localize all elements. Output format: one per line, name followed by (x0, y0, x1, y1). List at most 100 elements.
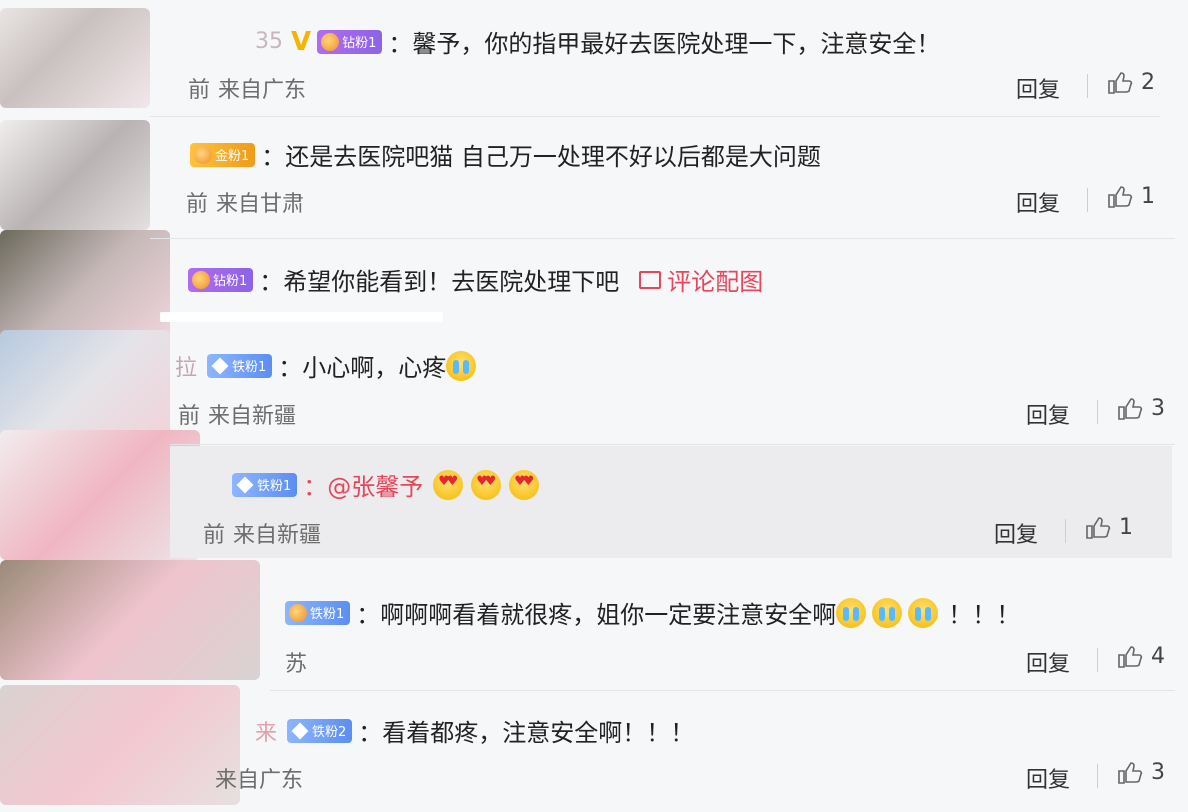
comment-1: 35 V 钻粉1 ：馨予，你的指甲最好去医院处理一下，注意安全！ (255, 24, 940, 59)
divider (270, 690, 1175, 691)
thumbs-up-icon (1108, 71, 1133, 94)
timestamp: 前 (203, 523, 226, 548)
like-count: 1 (1119, 515, 1133, 540)
comment-meta: 前 来自新疆 (203, 517, 321, 549)
separator (1087, 74, 1088, 98)
diamond-icon (211, 357, 229, 374)
crown-icon (289, 603, 307, 622)
comment-text: ：希望你能看到！去医院处理下吧 (259, 268, 620, 296)
divider (150, 116, 1160, 117)
crown-icon (321, 32, 340, 51)
thumbs-up-icon (1118, 761, 1143, 784)
comment-text: ：馨予，你的指甲最好去医院处理一下，注意安全！ (388, 30, 941, 58)
username[interactable]: 35 (255, 29, 283, 54)
comment-image-link[interactable]: 评论配图 (639, 262, 763, 297)
diamond-icon (291, 722, 309, 739)
like-button[interactable]: 2 (1107, 70, 1155, 95)
like-count: 3 (1151, 396, 1165, 421)
avatar[interactable] (0, 685, 240, 805)
reply-button[interactable]: 回复 (1026, 646, 1070, 678)
like-count: 4 (1151, 644, 1165, 669)
crying-emoji (872, 597, 903, 628)
comment-text: ：看着都疼，注意安全啊！！！ (358, 719, 695, 747)
location: 来自甘肃 (216, 192, 305, 217)
crying-emoji (908, 597, 939, 628)
location: 来自广东 (215, 768, 304, 793)
emoji-group (433, 469, 543, 500)
fan-badge[interactable]: 铁粉1 (232, 472, 298, 497)
thumbs-up-icon (1108, 185, 1133, 208)
like-count: 2 (1141, 70, 1155, 95)
like-button[interactable]: 1 (1085, 515, 1133, 540)
crying-emoji (446, 350, 477, 381)
comment-meta: 苏 (285, 646, 307, 678)
timestamp: 前 (186, 192, 209, 217)
separator (1097, 400, 1098, 424)
like-button[interactable]: 3 (1117, 760, 1165, 785)
image-preview-strip (160, 312, 443, 322)
avatar[interactable] (0, 120, 150, 230)
mention-link[interactable]: ：@张馨予 (303, 467, 423, 502)
comment-2: 金粉1 ：还是去医院吧猫 自己万一处理不好以后都是大问题 (190, 137, 821, 172)
like-button[interactable]: 1 (1107, 184, 1155, 209)
comment-7: 来 铁粉2 ：看着都疼，注意安全啊！！！ (255, 713, 694, 748)
heart-eyes-emoji (509, 469, 540, 500)
avatar[interactable] (0, 230, 170, 340)
thumbs-up-icon (1118, 397, 1143, 420)
fan-badge[interactable]: 金粉1 (190, 142, 256, 167)
separator (1065, 519, 1066, 543)
diamond-icon (236, 476, 254, 493)
thumbs-up-icon (1118, 645, 1143, 668)
reply-button[interactable]: 回复 (1026, 398, 1070, 430)
comment-3: 钻粉1 ：希望你能看到！去医院处理下吧 评论配图 (188, 262, 763, 297)
comment-meta: 前 来自新疆 (178, 398, 296, 430)
avatar[interactable] (0, 330, 170, 440)
avatar[interactable] (0, 8, 150, 108)
like-button[interactable]: 4 (1117, 644, 1165, 669)
comment-suffix: ！！！ (948, 601, 1021, 629)
location: 来自广东 (218, 78, 307, 103)
fan-badge[interactable]: 铁粉1 (207, 353, 273, 378)
separator (1097, 764, 1098, 788)
comment-4: 拉 铁粉1 ：小心啊，心疼 (175, 348, 480, 383)
thumbs-up-icon (1086, 516, 1111, 539)
separator (1097, 648, 1098, 672)
reply-button[interactable]: 回复 (1026, 762, 1070, 794)
emoji-group (836, 597, 942, 628)
crown-icon (194, 145, 212, 164)
like-count: 3 (1151, 760, 1165, 785)
like-button[interactable]: 3 (1117, 396, 1165, 421)
username[interactable]: 来 (255, 715, 277, 747)
like-count: 1 (1141, 184, 1155, 209)
reply-button[interactable]: 回复 (1016, 72, 1060, 104)
comment-text: ：啊啊啊看着就很疼，姐你一定要注意安全啊 (356, 601, 837, 629)
heart-eyes-emoji (433, 469, 464, 500)
location: 苏 (285, 652, 308, 677)
crown-icon (192, 270, 210, 289)
heart-eyes-emoji (471, 469, 502, 500)
reply-button[interactable]: 回复 (1016, 186, 1060, 218)
timestamp: 前 (178, 404, 201, 429)
username[interactable]: 拉 (175, 350, 197, 382)
comment-meta: 来自广东 (215, 762, 303, 794)
comment-meta: 前 来自广东 (188, 72, 306, 104)
location: 来自新疆 (208, 404, 297, 429)
crying-emoji (836, 597, 867, 628)
avatar[interactable] (0, 560, 260, 680)
comment-text: ：还是去医院吧猫 自己万一处理不好以后都是大问题 (261, 143, 821, 171)
divider (170, 444, 1175, 445)
comment-meta: 前 来自甘肃 (186, 186, 304, 218)
comment-6: 铁粉1 ：啊啊啊看着就很疼，姐你一定要注意安全啊 ！！！ (285, 595, 1020, 630)
fan-badge[interactable]: 钻粉1 (317, 29, 383, 54)
comment-text: ：小心啊，心疼 (278, 354, 447, 382)
divider (150, 238, 1175, 239)
timestamp: 前 (188, 78, 211, 103)
vip-icon: V (291, 26, 312, 57)
separator (1087, 188, 1088, 212)
fan-badge[interactable]: 铁粉2 (287, 718, 353, 743)
location: 来自新疆 (233, 523, 322, 548)
fan-badge[interactable]: 钻粉1 (188, 267, 254, 292)
reply-button[interactable]: 回复 (994, 517, 1038, 549)
fan-badge[interactable]: 铁粉1 (285, 600, 351, 625)
image-icon (639, 270, 662, 289)
